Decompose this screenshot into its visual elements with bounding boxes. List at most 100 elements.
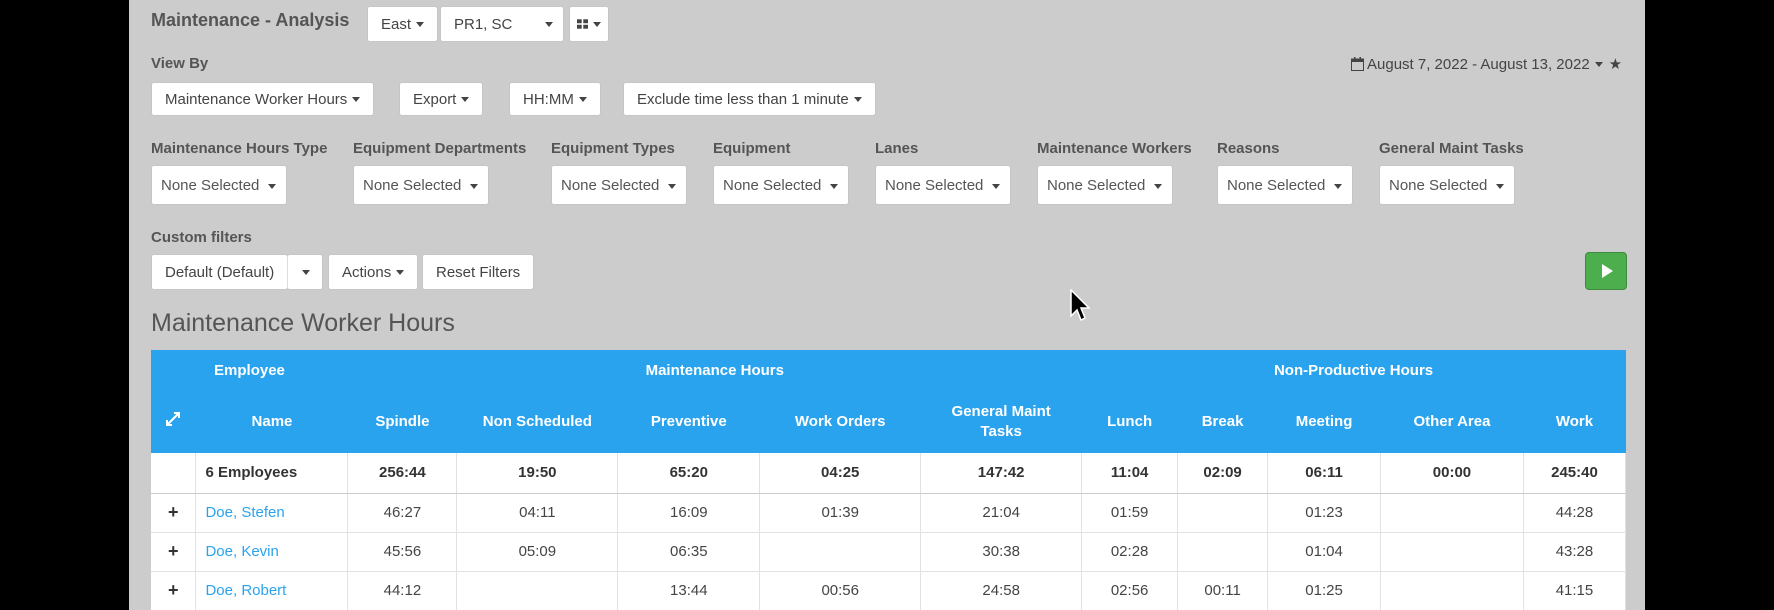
filter-label-hours-type: Maintenance Hours Type: [151, 140, 328, 157]
filter-label-equipment: Equipment: [713, 140, 791, 157]
filter-label-lanes: Lanes: [875, 140, 919, 157]
filter-maintenance-workers[interactable]: None Selected: [1037, 165, 1173, 205]
custom-filter-toggle[interactable]: [287, 254, 323, 290]
cell-non-scheduled: [456, 571, 619, 610]
chevron-down-icon: [853, 96, 862, 102]
col-non-scheduled[interactable]: Non Scheduled: [456, 390, 618, 453]
totals-other-area: 00:00: [1380, 453, 1524, 494]
chevron-down-icon: [396, 269, 405, 275]
chevron-down-icon: [302, 269, 310, 275]
filter-equipment-types[interactable]: None Selected: [551, 165, 687, 205]
totals-work: 245:40: [1523, 453, 1627, 494]
filter-value: None Selected: [723, 176, 822, 194]
chevron-down-icon: [1496, 184, 1504, 189]
totals-non-scheduled: 19:50: [456, 453, 619, 494]
mouse-cursor-icon: [1070, 289, 1091, 322]
filter-label-equipment-types: Equipment Types: [551, 140, 675, 157]
col-other-area[interactable]: Other Area: [1380, 390, 1524, 453]
filter-value: None Selected: [1227, 176, 1326, 194]
exclude-label: Exclude time less than 1 minute: [637, 90, 849, 108]
custom-filter-value: Default (Default): [165, 263, 275, 281]
filter-label-reasons: Reasons: [1217, 140, 1280, 157]
table-row: + Doe, Stefen 46:27 04:11 16:09 01:39 21…: [151, 493, 1627, 533]
grid-icon: [577, 19, 588, 29]
view-by-label: View By: [151, 55, 209, 72]
filter-equipment-departments[interactable]: None Selected: [353, 165, 489, 205]
exclude-dropdown[interactable]: Exclude time less than 1 minute: [623, 82, 876, 116]
cell-work-orders: [759, 532, 922, 572]
filter-value: None Selected: [363, 176, 462, 194]
filter-hours-type[interactable]: None Selected: [151, 165, 287, 205]
col-work-orders[interactable]: Work Orders: [759, 390, 921, 453]
cell-break: [1177, 532, 1269, 572]
expand-row-button[interactable]: +: [151, 493, 197, 533]
date-range-picker[interactable]: August 7, 2022 - August 13, 2022 ★: [1351, 55, 1622, 73]
star-icon[interactable]: ★: [1609, 55, 1622, 73]
cell-meeting: 01:25: [1267, 571, 1382, 610]
col-preventive[interactable]: Preventive: [617, 390, 760, 453]
layout-menu-button[interactable]: [569, 6, 609, 42]
totals-meeting: 06:11: [1267, 453, 1382, 494]
chevron-down-icon: [830, 184, 838, 189]
filter-general-maint-tasks[interactable]: None Selected: [1379, 165, 1515, 205]
col-general-maint-tasks-label: General Maint Tasks: [951, 402, 1051, 440]
filter-reasons[interactable]: None Selected: [1217, 165, 1353, 205]
group-nonproductive-hours: Non-Productive Hours: [1081, 350, 1626, 390]
col-work[interactable]: Work: [1523, 390, 1626, 453]
custom-filter-select[interactable]: Default (Default): [151, 254, 288, 290]
employee-link[interactable]: Doe, Kevin: [195, 532, 349, 572]
group-maintenance-hours: Maintenance Hours: [347, 350, 1082, 390]
report-label: Maintenance Worker Hours: [165, 90, 348, 108]
chevron-down-icon: [992, 184, 1000, 189]
expand-all-button[interactable]: [151, 390, 196, 453]
filter-equipment[interactable]: None Selected: [713, 165, 849, 205]
col-lunch[interactable]: Lunch: [1081, 390, 1178, 453]
cell-break: 00:11: [1177, 571, 1269, 610]
filter-label-maintenance-workers: Maintenance Workers: [1037, 140, 1192, 157]
chevron-down-icon: [1334, 184, 1342, 189]
cell-lunch: 01:59: [1081, 493, 1179, 533]
cell-work: 41:15: [1523, 571, 1627, 610]
cell-non-scheduled: 05:09: [456, 532, 619, 572]
cell-spindle: 44:12: [347, 571, 458, 610]
app-window: Maintenance - Analysis East PR1, SC View…: [129, 0, 1645, 610]
totals-name: 6 Employees: [195, 453, 349, 494]
actions-dropdown[interactable]: Actions: [328, 254, 419, 290]
totals-row: 6 Employees 256:44 19:50 65:20 04:25 147…: [151, 453, 1627, 494]
cell-spindle: 46:27: [347, 493, 458, 533]
expand-icon: [166, 411, 181, 426]
worker-hours-table: Employee Maintenance Hours Non-Productiv…: [151, 350, 1627, 610]
col-break[interactable]: Break: [1177, 390, 1268, 453]
time-format-dropdown[interactable]: HH:MM: [509, 82, 601, 116]
employee-link[interactable]: Doe, Stefen: [195, 493, 349, 533]
date-range-text: August 7, 2022 - August 13, 2022: [1367, 55, 1590, 73]
cell-work-orders: 00:56: [759, 571, 922, 610]
employee-link[interactable]: Doe, Robert: [195, 571, 349, 610]
export-dropdown[interactable]: Export: [399, 82, 484, 116]
plus-icon: +: [167, 502, 179, 522]
chevron-down-icon: [1594, 61, 1603, 67]
totals-break: 02:09: [1177, 453, 1269, 494]
expand-row-button[interactable]: +: [151, 571, 197, 610]
location-dropdown[interactable]: PR1, SC: [440, 6, 564, 42]
reset-filters-button[interactable]: Reset Filters: [422, 254, 535, 290]
time-format-label: HH:MM: [523, 90, 574, 108]
filter-lanes[interactable]: None Selected: [875, 165, 1011, 205]
cell-break: [1177, 493, 1269, 533]
region-label: East: [381, 15, 412, 33]
report-dropdown[interactable]: Maintenance Worker Hours: [151, 82, 375, 116]
col-name[interactable]: Name: [195, 390, 348, 453]
col-general-maint-tasks[interactable]: General Maint Tasks: [920, 390, 1082, 453]
cell-general: 30:38: [920, 532, 1083, 572]
cell-preventive: 13:44: [617, 571, 761, 610]
page-title: Maintenance - Analysis: [151, 10, 350, 30]
expand-row-button[interactable]: +: [151, 532, 197, 572]
chevron-down-icon: [461, 96, 470, 102]
run-button[interactable]: [1585, 252, 1627, 290]
cell-non-scheduled: 04:11: [456, 493, 619, 533]
col-spindle[interactable]: Spindle: [347, 390, 457, 453]
region-dropdown[interactable]: East: [367, 6, 439, 42]
cell-spindle: 45:56: [347, 532, 458, 572]
filter-value: None Selected: [885, 176, 984, 194]
col-meeting[interactable]: Meeting: [1267, 390, 1381, 453]
